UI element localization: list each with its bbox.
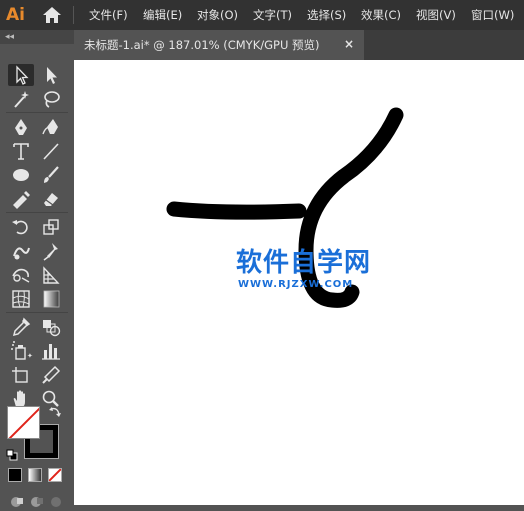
draw-inside-icon[interactable] [48, 492, 64, 507]
toolbar-header: ◂◂ [0, 30, 74, 44]
menu-bar: Ai 文件(F) 编辑(E) 对象(O) 文字(T) 选择(S) 效果(C) 视… [0, 0, 524, 30]
shape-builder-tool-icon[interactable] [38, 264, 64, 286]
artboard-tool-icon[interactable] [8, 364, 34, 386]
blend-tool-icon[interactable] [38, 316, 64, 338]
scale-tool-icon[interactable] [38, 216, 64, 238]
ellipse-tool-icon[interactable] [8, 164, 34, 186]
app-logo: Ai [6, 5, 25, 25]
menu-effect[interactable]: 效果(C) [361, 7, 401, 23]
symbol-sprayer-tool-icon[interactable]: ✦ [8, 340, 34, 362]
eraser-tool-icon[interactable] [38, 188, 64, 210]
document-tab[interactable]: 未标题-1.ai* @ 187.01% (CMYK/GPU 预览) × [74, 30, 364, 60]
menu-window[interactable]: 窗口(W) [471, 7, 514, 23]
menu-file[interactable]: 文件(F) [89, 7, 128, 23]
menu-select[interactable]: 选择(S) [307, 7, 346, 23]
direct-selection-tool-icon[interactable] [38, 64, 64, 86]
none-mode-button[interactable] [48, 468, 62, 482]
draw-normal-icon[interactable] [8, 492, 24, 507]
eyedropper-tool-icon[interactable] [8, 316, 34, 338]
column-graph-tool-icon[interactable] [38, 340, 64, 362]
magic-wand-tool-icon[interactable] [8, 88, 34, 110]
watermark-title: 软件自学网 [236, 248, 372, 278]
shaper-tool-icon[interactable] [8, 188, 34, 210]
none-slash-icon [8, 407, 39, 438]
slice-tool-icon[interactable] [38, 364, 64, 386]
menu-separator [73, 6, 74, 24]
type-tool-icon[interactable] [8, 140, 34, 162]
artboard-canvas[interactable]: 软件自学网 WWW.RJZXW.COM [74, 60, 524, 505]
swap-fill-stroke-icon[interactable] [48, 404, 62, 418]
menu-type[interactable]: 文字(T) [253, 7, 292, 23]
line-segment-tool-icon[interactable] [38, 140, 64, 162]
rotate-tool-icon[interactable] [8, 216, 34, 238]
tools-panel: ✦ [0, 44, 74, 507]
home-icon[interactable] [42, 6, 62, 24]
collapse-panel-icon[interactable]: ◂◂ [5, 31, 14, 43]
pen-tool-icon[interactable] [8, 116, 34, 138]
document-tab-title: 未标题-1.ai* @ 187.01% (CMYK/GPU 预览) [84, 38, 320, 52]
gradient-mode-button[interactable] [28, 468, 42, 482]
menu-edit[interactable]: 编辑(E) [143, 7, 182, 23]
close-tab-icon[interactable]: × [344, 37, 354, 51]
selection-tool-icon[interactable] [8, 64, 34, 86]
menu-object[interactable]: 对象(O) [197, 7, 238, 23]
lasso-tool-icon[interactable] [38, 88, 64, 110]
paintbrush-tool-icon[interactable] [38, 164, 64, 186]
puppet-warp-tool-icon[interactable] [38, 240, 64, 262]
document-tab-bar: 未标题-1.ai* @ 187.01% (CMYK/GPU 预览) × [74, 30, 524, 60]
gradient-tool-icon[interactable] [38, 288, 64, 310]
menu-view[interactable]: 视图(V) [416, 7, 456, 23]
horizontal-stroke-path[interactable] [166, 201, 307, 220]
fill-swatch[interactable] [7, 406, 40, 439]
mesh-tool-icon[interactable] [8, 288, 34, 310]
default-fill-stroke-icon[interactable] [6, 446, 18, 461]
warp-tool-icon[interactable] [8, 240, 34, 262]
svg-text:✦: ✦ [27, 352, 33, 360]
curvature-tool-icon[interactable] [38, 116, 64, 138]
free-transform-tool-icon[interactable] [8, 264, 34, 286]
watermark-url: WWW.RJZXW.COM [238, 279, 354, 290]
draw-behind-icon[interactable] [28, 492, 44, 507]
color-mode-button[interactable] [8, 468, 22, 482]
